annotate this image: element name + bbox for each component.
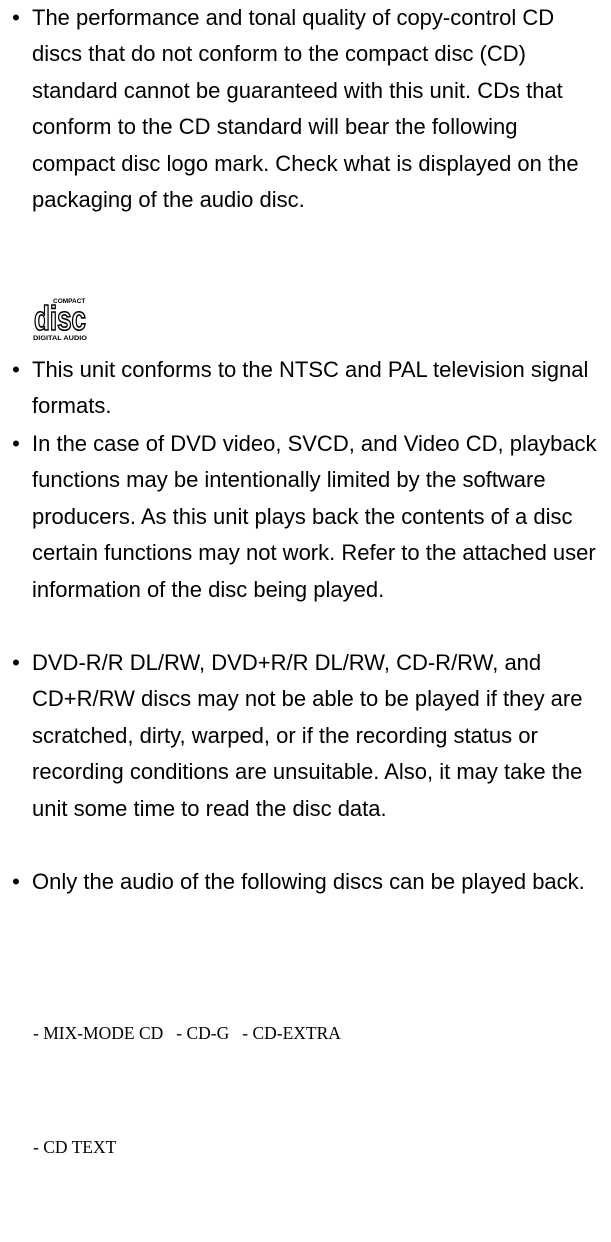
disc-type-item: - CD-G	[176, 1023, 230, 1043]
logo-main-text: disc	[34, 300, 86, 338]
disc-type-list: - MIX-MODE CD - CD-G - CD-EXTRA - CD TEXT	[33, 938, 341, 1242]
bullet-icon: •	[12, 5, 20, 30]
note-copy-control: • The performance and tonal quality of c…	[0, 0, 597, 218]
bullet-icon: •	[12, 357, 20, 382]
disc-type-row: - CD TEXT	[33, 1128, 341, 1166]
bullet-icon: •	[12, 431, 20, 456]
note-text: In the case of DVD video, SVCD, and Vide…	[32, 431, 597, 602]
disc-type-item: - MIX-MODE CD	[33, 1023, 164, 1043]
disc-type-row: - MIX-MODE CD - CD-G - CD-EXTRA	[33, 1014, 341, 1052]
note-text: The performance and tonal quality of cop…	[32, 5, 579, 213]
bullet-icon: •	[12, 869, 20, 894]
note-playback-limits: • In the case of DVD video, SVCD, and Vi…	[0, 426, 597, 608]
compact-disc-logo: COMPACT disc DIGITAL AUDIO	[33, 295, 87, 343]
note-audio-only: • Only the audio of the following discs …	[0, 864, 597, 900]
disc-type-item: - CD TEXT	[33, 1137, 117, 1157]
disc-type-item: - CD-EXTRA	[242, 1023, 341, 1043]
note-text: Only the audio of the following discs ca…	[32, 869, 585, 894]
note-signal-formats: • This unit conforms to the NTSC and PAL…	[0, 352, 597, 425]
note-text: This unit conforms to the NTSC and PAL t…	[32, 357, 589, 419]
note-text: DVD-R/R DL/RW, DVD+R/R DL/RW, CD-R/RW, a…	[32, 650, 583, 821]
note-recordable-discs: • DVD-R/R DL/RW, DVD+R/R DL/RW, CD-R/RW,…	[0, 645, 597, 827]
bullet-icon: •	[12, 650, 20, 675]
logo-bottom-text: DIGITAL AUDIO	[33, 335, 87, 342]
